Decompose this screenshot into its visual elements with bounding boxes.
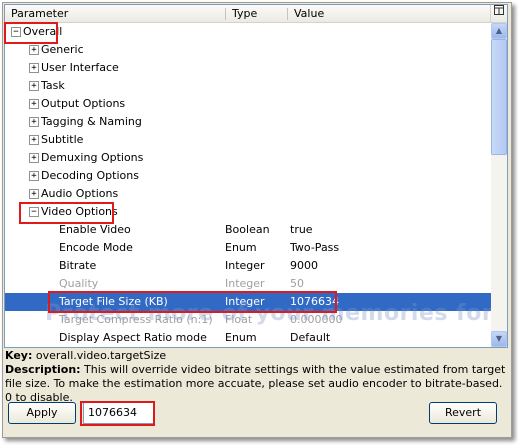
tree-node-label: Audio Options — [41, 187, 119, 200]
expand-icon[interactable]: + — [29, 171, 39, 181]
tree-node-user-interface[interactable]: + User Interface — [5, 59, 491, 77]
highlight-box-overall — [4, 22, 58, 44]
param-type: Integer — [225, 259, 265, 272]
column-header: Parameter Type Value — [5, 5, 491, 23]
tree-node-label: Tagging & Naming — [41, 115, 142, 128]
expand-icon[interactable]: + — [29, 189, 39, 199]
apply-button[interactable]: Apply — [8, 402, 76, 424]
param-value[interactable]: Default — [290, 329, 330, 347]
revert-button[interactable]: Revert — [429, 402, 497, 424]
param-row-display-aspect-ratio[interactable]: Display Aspect Ratio mode Enum Default — [5, 329, 491, 347]
param-type: Boolean — [225, 223, 270, 236]
expand-icon[interactable]: + — [29, 45, 39, 55]
vertical-scrollbar[interactable]: ▲ ▼ — [491, 23, 507, 347]
highlight-box-target-file-size — [48, 291, 337, 313]
description-label: Description: — [5, 363, 81, 376]
description-line: Description: This will override video bi… — [5, 363, 509, 405]
key-label: Key: — [5, 349, 33, 362]
tree-node-label: Task — [41, 79, 65, 92]
header-value[interactable]: Value — [288, 5, 474, 22]
param-value[interactable]: true — [290, 221, 313, 239]
tree-node-label: Subtitle — [41, 133, 84, 146]
highlight-box-video-options — [19, 202, 114, 224]
param-row-bitrate[interactable]: Bitrate Integer 9000 — [5, 257, 491, 275]
scrollbar-thumb[interactable] — [491, 39, 507, 155]
highlight-box-value-input — [80, 401, 155, 426]
tree-node-tagging-naming[interactable]: + Tagging & Naming — [5, 113, 491, 131]
tree-node-generic[interactable]: + Generic — [5, 41, 491, 59]
tree-node-label: Output Options — [41, 97, 126, 110]
header-parameter[interactable]: Parameter — [5, 5, 225, 22]
scroll-down-icon[interactable]: ▼ — [491, 331, 507, 347]
tree-node-audio-options[interactable]: + Audio Options — [5, 185, 491, 203]
expand-icon[interactable]: + — [29, 99, 39, 109]
tree-node-output-options[interactable]: + Output Options — [5, 95, 491, 113]
param-row-encode-mode[interactable]: Encode Mode Enum Two-Pass — [5, 239, 491, 257]
param-type: Enum — [225, 241, 257, 254]
param-name: Bitrate — [59, 259, 97, 272]
param-value[interactable]: 9000 — [290, 257, 318, 275]
tree-node-demuxing-options[interactable]: + Demuxing Options — [5, 149, 491, 167]
param-type: Enum — [225, 331, 257, 344]
tree-node-decoding-options[interactable]: + Decoding Options — [5, 167, 491, 185]
key-value: overall.video.targetSize — [35, 349, 167, 362]
description-text: This will override video bitrate setting… — [5, 363, 506, 404]
param-name: Display Aspect Ratio mode — [59, 331, 207, 344]
column-chooser-icon[interactable] — [490, 5, 507, 23]
expand-icon[interactable]: + — [29, 117, 39, 127]
info-panel: Key: overall.video.targetSize Descriptio… — [5, 349, 509, 404]
tree-node-task[interactable]: + Task — [5, 77, 491, 95]
expand-icon[interactable]: + — [29, 153, 39, 163]
expand-icon[interactable]: + — [29, 135, 39, 145]
param-name: Encode Mode — [59, 241, 133, 254]
header-type[interactable]: Type — [226, 5, 288, 22]
param-value[interactable]: Two-Pass — [290, 239, 339, 257]
key-line: Key: overall.video.targetSize — [5, 349, 509, 363]
tree-node-label: User Interface — [41, 61, 119, 74]
expand-icon[interactable]: + — [29, 81, 39, 91]
expand-icon[interactable]: + — [29, 63, 39, 73]
tree-node-overall[interactable]: − Overall — [5, 23, 491, 41]
tree-node-subtitle[interactable]: + Subtitle — [5, 131, 491, 149]
scroll-up-icon[interactable]: ▲ — [491, 23, 507, 39]
tree-node-label: Decoding Options — [41, 169, 139, 182]
tree-node-label: Demuxing Options — [41, 151, 144, 164]
